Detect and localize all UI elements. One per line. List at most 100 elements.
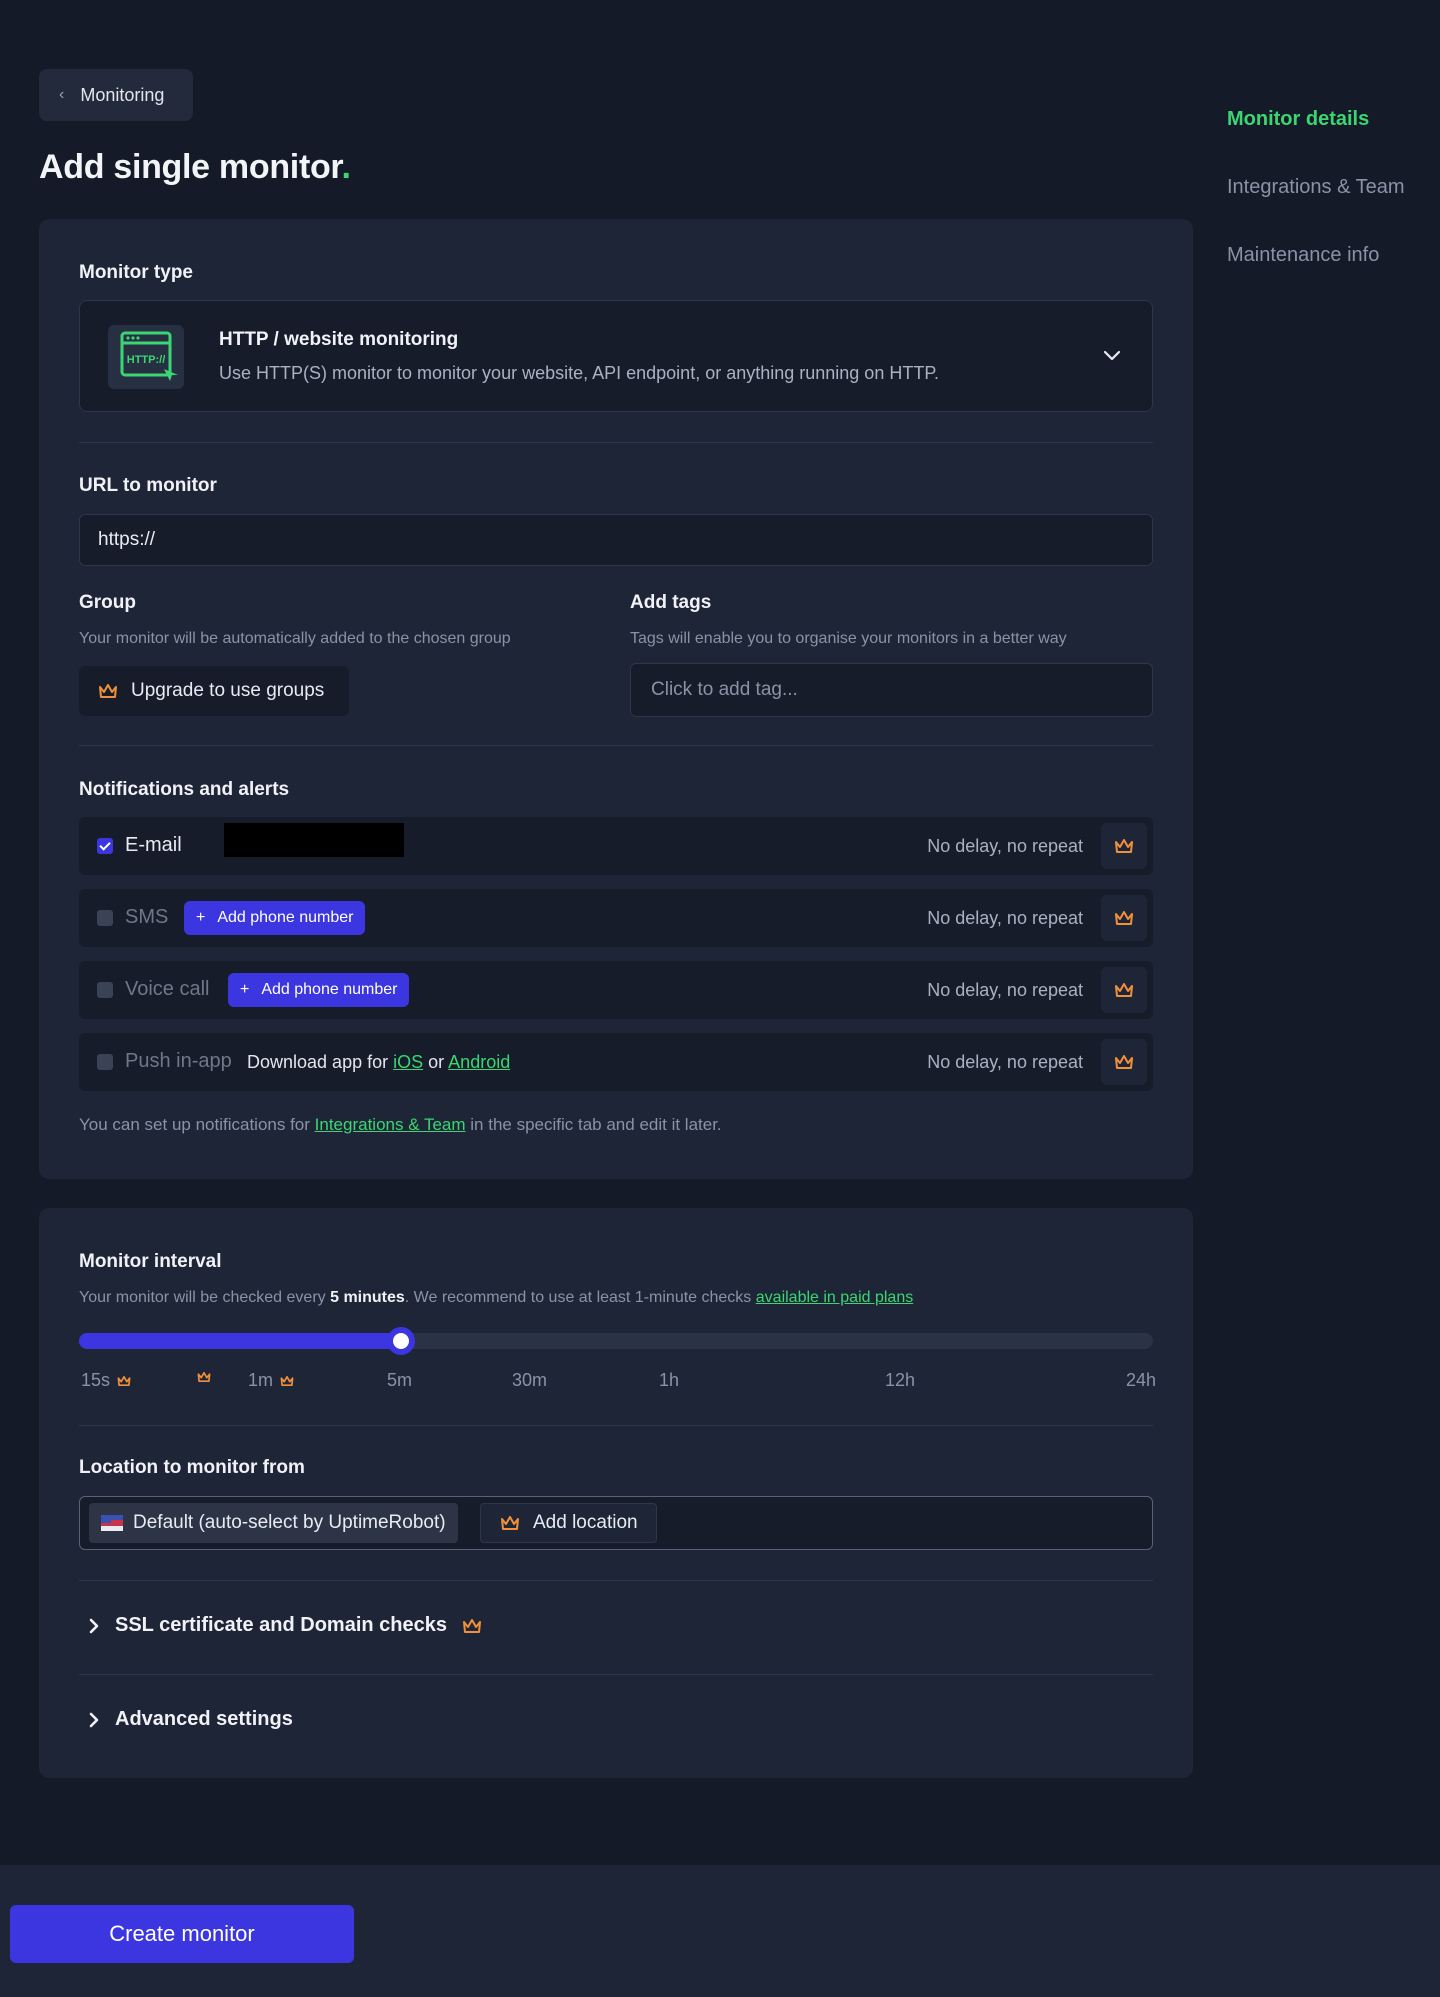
- add-location-button[interactable]: Add location: [480, 1503, 657, 1543]
- interval-hint-value: 5 minutes: [330, 1289, 405, 1306]
- email-delay[interactable]: No delay, no repeat: [927, 836, 1083, 857]
- add-phone-label: Add phone number: [217, 909, 354, 926]
- interval-slider[interactable]: [79, 1327, 1153, 1355]
- crown-icon: [1115, 983, 1133, 997]
- plus-icon: +: [240, 981, 250, 998]
- tick-label: 1m: [248, 1370, 274, 1390]
- http-monitor-icon: HTTP://: [108, 325, 184, 389]
- notifications-label: Notifications and alerts: [79, 779, 290, 800]
- crown-icon: [197, 1371, 211, 1383]
- add-phone-label: Add phone number: [261, 981, 398, 998]
- title-dot: .: [341, 148, 351, 186]
- monitor-details-card: Monitor type HTTP:// HTTP / website moni…: [39, 219, 1193, 1179]
- plus-icon: +: [196, 909, 206, 926]
- voice-checkbox[interactable]: [97, 982, 113, 998]
- monitor-type-title: HTTP / website monitoring: [219, 329, 459, 350]
- tick-1m[interactable]: 1m: [248, 1370, 295, 1391]
- nav-monitor-details[interactable]: Monitor details: [1227, 108, 1427, 131]
- integrations-team-link[interactable]: Integrations & Team: [315, 1115, 466, 1134]
- sms-delay[interactable]: No delay, no repeat: [927, 908, 1083, 929]
- notifications-footnote: You can set up notifications for Integra…: [79, 1115, 722, 1135]
- tick-1h[interactable]: 1h: [659, 1370, 679, 1391]
- push-label: Push in-app: [125, 1050, 232, 1072]
- email-upgrade-button[interactable]: [1101, 823, 1147, 869]
- interval-hint-mid: . We recommend to use at least 1-minute …: [404, 1289, 752, 1306]
- upgrade-groups-label: Upgrade to use groups: [131, 680, 325, 701]
- tags-label: Add tags: [630, 592, 712, 613]
- chevron-down-icon: [1103, 350, 1121, 361]
- voice-delay[interactable]: No delay, no repeat: [927, 980, 1083, 1001]
- create-monitor-button[interactable]: Create monitor: [10, 1905, 354, 1963]
- divider: [79, 442, 1153, 443]
- tick-12h[interactable]: 12h: [885, 1370, 915, 1391]
- email-label: E-mail: [125, 834, 182, 856]
- sms-upgrade-button[interactable]: [1101, 895, 1147, 941]
- divider: [79, 745, 1153, 746]
- ssl-domain-expander[interactable]: SSL certificate and Domain checks: [87, 1614, 483, 1637]
- crown-icon: [462, 1618, 481, 1633]
- tick-30s[interactable]: [190, 1370, 212, 1384]
- divider: [79, 1580, 1153, 1581]
- interval-hint: Your monitor will be checked every 5 min…: [79, 1289, 913, 1307]
- nav-maintenance-info[interactable]: Maintenance info: [1227, 244, 1427, 267]
- sms-add-phone-button[interactable]: + Add phone number: [184, 901, 366, 935]
- crown-icon: [99, 684, 117, 698]
- tick-5m[interactable]: 5m: [387, 1370, 412, 1391]
- push-text-or: or: [428, 1052, 445, 1072]
- interval-slider-fill: [79, 1333, 402, 1349]
- interval-hint-prefix: Your monitor will be checked every: [79, 1289, 326, 1306]
- redacted-email: [224, 823, 404, 857]
- back-to-monitoring-button[interactable]: ‹ Monitoring: [39, 69, 193, 121]
- voice-label: Voice call: [125, 978, 210, 1000]
- interval-slider-handle[interactable]: [387, 1327, 416, 1355]
- monitor-type-description: Use HTTP(S) monitor to monitor your webs…: [219, 363, 939, 383]
- advanced-settings-label: Advanced settings: [115, 1708, 293, 1730]
- url-label: URL to monitor: [79, 475, 217, 496]
- tick-24h[interactable]: 24h: [1126, 1370, 1156, 1391]
- chevron-right-icon: [89, 1712, 99, 1727]
- notification-row-voice: Voice call + Add phone number No delay, …: [79, 961, 1153, 1019]
- android-link[interactable]: Android: [448, 1052, 510, 1072]
- tick-30m[interactable]: 30m: [512, 1370, 547, 1391]
- group-label: Group: [79, 592, 136, 613]
- push-download-text: Download app for iOS or Android: [247, 1052, 510, 1073]
- push-text-prefix: Download app for: [247, 1052, 389, 1072]
- push-delay[interactable]: No delay, no repeat: [927, 1052, 1083, 1073]
- nav-integrations-team[interactable]: Integrations & Team: [1227, 176, 1427, 199]
- side-nav: Monitor details Integrations & Team Main…: [1227, 108, 1427, 312]
- email-checkbox[interactable]: [97, 838, 113, 854]
- chevron-left-icon: ‹: [59, 86, 65, 103]
- push-checkbox[interactable]: [97, 1054, 113, 1070]
- upgrade-groups-button[interactable]: Upgrade to use groups: [79, 666, 349, 716]
- tick-label: 15s: [81, 1370, 111, 1390]
- push-upgrade-button[interactable]: [1101, 1039, 1147, 1085]
- back-label: Monitoring: [80, 84, 165, 105]
- crown-icon: [1115, 1055, 1133, 1069]
- url-input[interactable]: [79, 514, 1153, 566]
- tags-input[interactable]: [630, 663, 1153, 717]
- footnote-suffix: in the specific tab and edit it later.: [470, 1115, 722, 1134]
- voice-upgrade-button[interactable]: [1101, 967, 1147, 1013]
- crown-icon: [1115, 911, 1133, 925]
- default-location-label: Default (auto-select by UptimeRobot): [133, 1512, 446, 1533]
- tick-15s[interactable]: 15s: [81, 1370, 132, 1391]
- page-title: Add single monitor.: [39, 148, 351, 187]
- paid-plans-link[interactable]: available in paid plans: [756, 1289, 913, 1306]
- monitor-type-select[interactable]: HTTP:// HTTP / website monitoring Use HT…: [79, 300, 1153, 412]
- ssl-domain-label: SSL certificate and Domain checks: [115, 1614, 447, 1636]
- add-location-label: Add location: [533, 1512, 638, 1533]
- voice-add-phone-button[interactable]: + Add phone number: [228, 973, 410, 1007]
- ios-link[interactable]: iOS: [393, 1052, 423, 1072]
- notification-row-push: Push in-app Download app for iOS or Andr…: [79, 1033, 1153, 1091]
- location-select[interactable]: Default (auto-select by UptimeRobot) Add…: [79, 1496, 1153, 1550]
- chevron-right-icon: [89, 1618, 99, 1633]
- footer-bar: Create monitor: [0, 1865, 1440, 1997]
- crown-icon: [1115, 839, 1133, 853]
- sms-checkbox[interactable]: [97, 910, 113, 926]
- page: ‹ Monitoring Add single monitor. Monitor…: [0, 0, 1440, 1997]
- advanced-settings-expander[interactable]: Advanced settings: [87, 1708, 293, 1731]
- group-hint: Your monitor will be automatically added…: [79, 630, 511, 647]
- notification-row-sms: SMS + Add phone number No delay, no repe…: [79, 889, 1153, 947]
- interval-label: Monitor interval: [79, 1251, 222, 1272]
- default-location-chip[interactable]: Default (auto-select by UptimeRobot): [89, 1503, 458, 1543]
